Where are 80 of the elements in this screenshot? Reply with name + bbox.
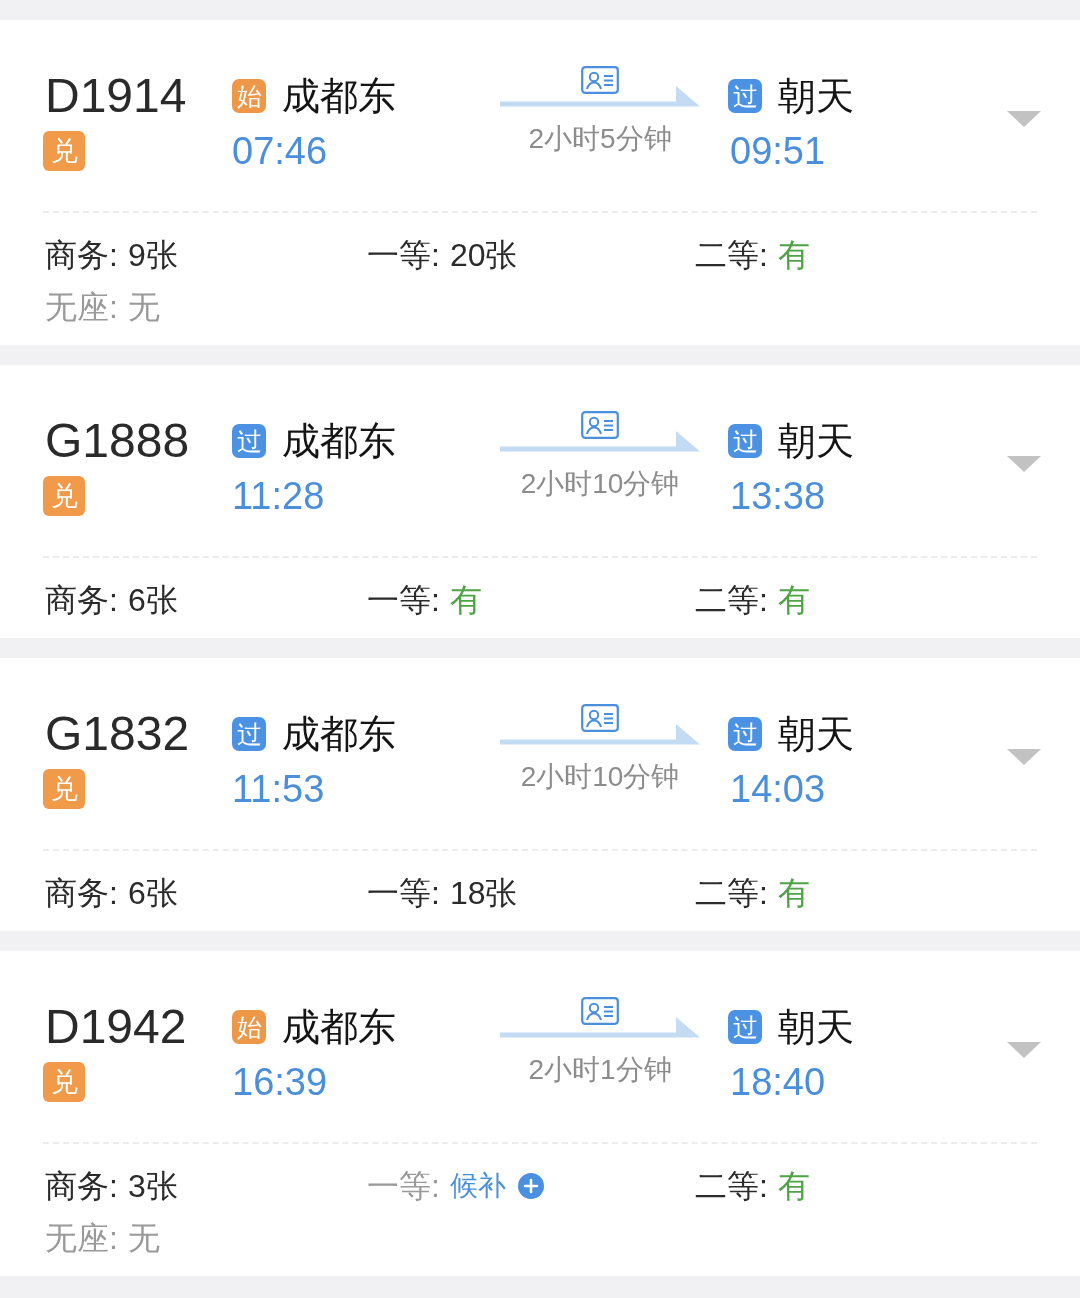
id-card-icon [581, 411, 619, 439]
station-name: 成都东 [282, 419, 396, 464]
seat-count: 6张 [127, 874, 178, 913]
station-tag: 过 [728, 424, 762, 458]
seat-class-label: 二等: [695, 874, 768, 913]
seat-availability: 有 [449, 581, 482, 620]
seat-class-label: 一等: [367, 581, 440, 620]
arrow-icon [500, 1017, 700, 1039]
train-card[interactable]: G1888 兑 过 成都东 11:28 2小时10分钟 过 朝天 13:38 商务: 6张 一等: 有 二等: 有 [0, 365, 1080, 638]
caret-icon[interactable] [1007, 456, 1041, 472]
station-tag: 始 [232, 1010, 266, 1044]
station-name: 朝天 [778, 419, 854, 464]
redeem-tag: 兑 [43, 1062, 85, 1102]
seat-count: 3张 [127, 1167, 178, 1206]
station-tag: 过 [728, 79, 762, 113]
arrival-time: 09:51 [730, 129, 826, 174]
train-card[interactable]: D1914 兑 始 成都东 07:46 2小时5分钟 过 朝天 09:51 商务: 9张 一等: 20张 二等: 有 无座: 无 [0, 20, 1080, 345]
id-card-icon [581, 997, 619, 1025]
seat-class-label: 商务: [45, 1167, 118, 1206]
station-tag: 过 [232, 717, 266, 751]
seat-count: 9张 [127, 236, 178, 275]
station-tag: 始 [232, 79, 266, 113]
seat-availability: 无 [127, 1219, 160, 1258]
seat-class-label: 无座: [45, 288, 118, 327]
train-number: D1914 [45, 68, 187, 124]
seat-class-label: 商务: [45, 581, 118, 620]
caret-icon[interactable] [1007, 749, 1041, 765]
train-number: G1832 [45, 706, 190, 762]
station-name: 朝天 [778, 74, 854, 119]
station-name: 朝天 [778, 1005, 854, 1050]
train-card[interactable]: D1942 兑 始 成都东 16:39 2小时1分钟 过 朝天 18:40 商务: 3张 一等: 候补 二等: 有 无座: 无 [0, 951, 1080, 1276]
id-card-icon [581, 704, 619, 732]
arrow-icon [500, 724, 700, 746]
departure-time: 11:28 [232, 474, 325, 519]
departure-time: 11:53 [232, 767, 325, 812]
travel-duration: 2小时10分钟 [520, 760, 680, 794]
station-tag: 过 [728, 1010, 762, 1044]
arrow-icon [500, 86, 700, 108]
departure-time: 16:39 [232, 1060, 328, 1105]
redeem-tag: 兑 [43, 131, 85, 171]
travel-duration: 2小时1分钟 [528, 1053, 672, 1087]
seat-class-label: 无座: [45, 1219, 118, 1258]
redeem-tag: 兑 [43, 769, 85, 809]
arrival-time: 18:40 [730, 1060, 826, 1105]
train-card[interactable]: G1832 兑 过 成都东 11:53 2小时10分钟 过 朝天 14:03 商务: 6张 一等: 18张 二等: 有 [0, 658, 1080, 931]
seat-class-label: 二等: [695, 581, 768, 620]
seat-availability: 有 [777, 236, 810, 275]
station-name: 成都东 [282, 74, 396, 119]
seat-availability: 有 [777, 874, 810, 913]
train-number: D1942 [45, 999, 187, 1055]
caret-icon[interactable] [1007, 1042, 1041, 1058]
station-name: 成都东 [282, 1005, 396, 1050]
arrow-icon [500, 431, 700, 453]
seat-count: 20张 [449, 236, 518, 275]
arrival-time: 14:03 [730, 767, 826, 812]
seat-class-label: 二等: [695, 236, 768, 275]
station-tag: 过 [232, 424, 266, 458]
seat-class-label: 一等: [367, 236, 440, 275]
seat-availability: 有 [777, 581, 810, 620]
redeem-tag: 兑 [43, 476, 85, 516]
train-number: G1888 [45, 413, 190, 469]
station-tag: 过 [728, 717, 762, 751]
seat-class-label: 一等: [367, 1167, 440, 1206]
caret-icon[interactable] [1007, 111, 1041, 127]
plus-circle-icon [517, 1173, 544, 1199]
seat-class-label: 商务: [45, 874, 118, 913]
seat-class-label: 二等: [695, 1167, 768, 1206]
seat-class-label: 商务: [45, 236, 118, 275]
seat-availability: 无 [127, 288, 160, 327]
departure-time: 07:46 [232, 129, 328, 174]
seat-count: 6张 [127, 581, 178, 620]
station-name: 成都东 [282, 712, 396, 757]
travel-duration: 2小时5分钟 [528, 122, 672, 156]
id-card-icon [581, 66, 619, 94]
seat-availability: 有 [777, 1167, 810, 1206]
seat-count: 18张 [449, 874, 518, 913]
seat-class-label: 一等: [367, 874, 440, 913]
station-name: 朝天 [778, 712, 854, 757]
travel-duration: 2小时10分钟 [520, 467, 680, 501]
arrival-time: 13:38 [730, 474, 826, 519]
